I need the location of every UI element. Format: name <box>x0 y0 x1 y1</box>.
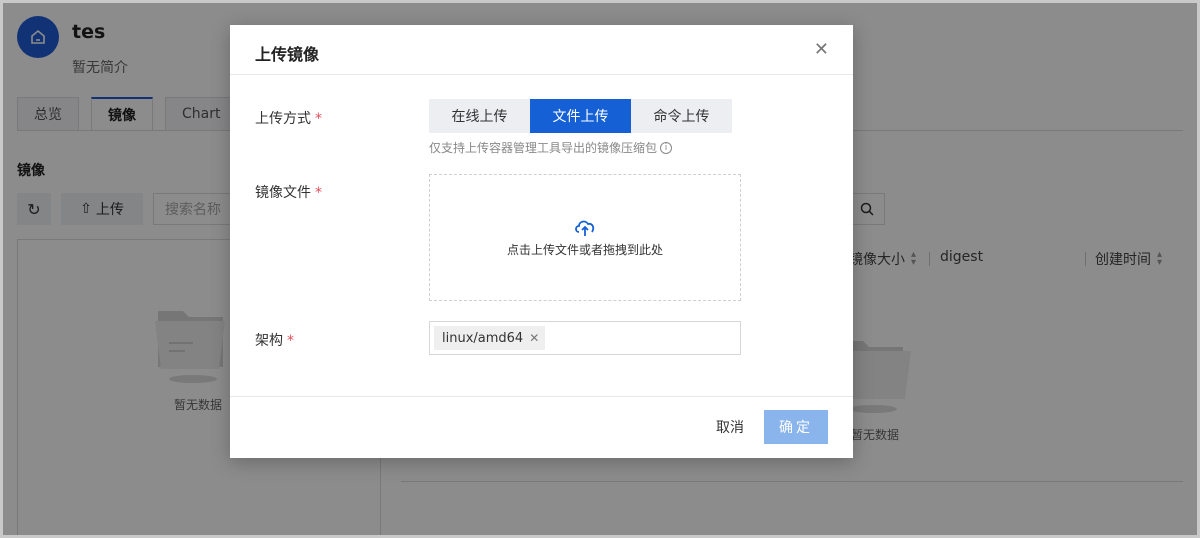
close-icon[interactable]: ✕ <box>814 39 829 60</box>
modal-title: 上传镜像 <box>255 45 320 64</box>
file-dropzone[interactable]: 点击上传文件或者拖拽到此处 <box>429 174 741 301</box>
online-upload-button[interactable]: 在线上传 <box>429 99 530 133</box>
image-file-label: 镜像文件 * <box>255 182 322 202</box>
cancel-button[interactable]: 取消 <box>700 410 760 444</box>
confirm-button[interactable]: 确定 <box>764 410 828 444</box>
cloud-upload-icon <box>575 220 595 236</box>
upload-method-label-text: 上传方式 <box>255 111 311 127</box>
image-file-label-text: 镜像文件 <box>255 185 311 201</box>
upload-image-modal: 上传镜像 ✕ 上传方式 * 在线上传 文件上传 命令上传 仅支持上传容器管理工具导… <box>230 25 853 458</box>
modal-header-divider <box>230 74 853 75</box>
dropzone-text: 点击上传文件或者拖拽到此处 <box>506 243 663 257</box>
architecture-select[interactable]: linux/amd64 ✕ <box>429 321 741 355</box>
upload-method-switch: 在线上传 文件上传 命令上传 <box>429 99 732 133</box>
file-upload-button[interactable]: 文件上传 <box>530 99 631 133</box>
architecture-label: 架构 * <box>255 330 294 350</box>
required-mark: * <box>315 185 322 201</box>
upload-method-tip: 仅支持上传容器管理工具导出的镜像压缩包 i <box>429 139 673 156</box>
upload-method-label: 上传方式 * <box>255 108 322 128</box>
modal-footer-divider <box>230 396 853 397</box>
architecture-tag: linux/amd64 ✕ <box>434 326 546 350</box>
required-mark: * <box>287 333 294 349</box>
architecture-label-text: 架构 <box>255 333 283 349</box>
architecture-tag-label: linux/amd64 <box>442 330 524 346</box>
required-mark: * <box>315 111 322 127</box>
page: tes 暂无简介 总览 镜像 Chart 镜像 ↻ ⇧ 上传 搜索名称 暂无数据… <box>0 0 1200 538</box>
upload-method-tip-text: 仅支持上传容器管理工具导出的镜像压缩包 <box>429 141 658 155</box>
info-icon[interactable]: i <box>660 141 673 154</box>
command-upload-button[interactable]: 命令上传 <box>631 99 732 133</box>
tag-close-icon[interactable]: ✕ <box>529 331 539 345</box>
